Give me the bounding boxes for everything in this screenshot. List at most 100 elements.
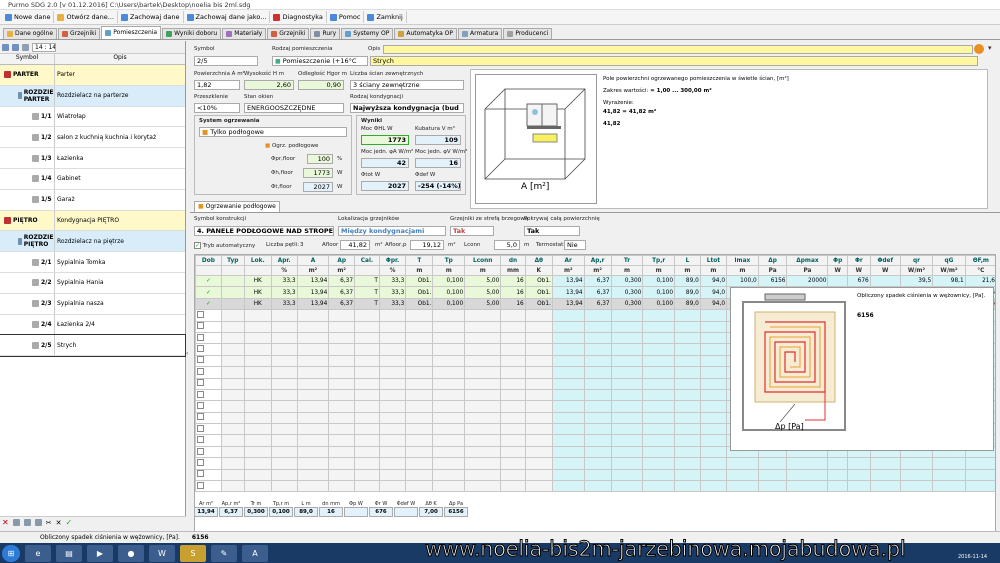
grid-header[interactable]: qG — [932, 255, 966, 266]
grid-cell[interactable] — [583, 354, 612, 368]
grid-cell[interactable] — [220, 377, 245, 390]
grid-cell[interactable] — [464, 445, 502, 459]
grid-cell[interactable] — [786, 457, 829, 470]
menu-item-1[interactable]: Otwórz dane... — [54, 11, 118, 23]
grid-cell[interactable] — [243, 377, 272, 390]
grid-cell[interactable] — [220, 468, 245, 482]
grid-cell[interactable] — [610, 354, 644, 368]
grid-cell[interactable] — [432, 331, 466, 345]
grid-cell[interactable] — [405, 377, 434, 390]
grid-cell[interactable] — [270, 468, 298, 482]
phi-pr-field[interactable]: 100 — [307, 154, 333, 164]
grid-cell[interactable]: 94,0 — [699, 274, 728, 288]
grid-cell[interactable] — [464, 331, 502, 345]
grid-cell[interactable] — [464, 377, 502, 390]
tab-floor-heating[interactable]: ■ Ogrzewanie podłogowe — [194, 201, 280, 212]
grid-cell[interactable] — [405, 445, 434, 459]
grid-cell[interactable]: HK — [243, 297, 272, 311]
grid-cell[interactable]: T — [354, 286, 380, 299]
row-checkbox[interactable] — [197, 333, 204, 341]
tree-row[interactable]: 1/5 Garaż — [0, 189, 185, 211]
tab-3[interactable]: Wyniki doboru — [162, 28, 222, 39]
grid-cell[interactable] — [642, 388, 676, 402]
lconn-field[interactable]: 5,0 — [494, 240, 520, 250]
grid-cell[interactable] — [354, 434, 380, 447]
tab-7[interactable]: Systemy OP — [341, 28, 394, 39]
opis-field[interactable] — [383, 45, 973, 54]
grid-cell[interactable]: ✓ — [195, 274, 222, 288]
grid-cell[interactable] — [674, 377, 701, 390]
grid-cell[interactable] — [827, 457, 848, 470]
grid-cell[interactable] — [869, 480, 901, 493]
grid-cell[interactable] — [846, 480, 871, 493]
menu-item-5[interactable]: Pomoc — [327, 11, 365, 23]
grid-cell[interactable] — [405, 457, 434, 470]
grid-header[interactable]: Φr — [846, 255, 871, 266]
grid-cell[interactable] — [699, 331, 728, 345]
tree-row[interactable]: 1/4 Gabinet — [0, 168, 185, 190]
grid-cell[interactable]: 33,3 — [270, 286, 298, 299]
grid-header[interactable]: Dob — [195, 255, 222, 266]
grid-cell[interactable]: ✓ — [195, 297, 222, 311]
grid-cell[interactable] — [583, 445, 612, 459]
tab-8[interactable]: Automatyka OP — [394, 28, 458, 39]
grid-cell[interactable] — [674, 309, 701, 322]
grid-cell[interactable] — [378, 343, 407, 356]
grid-cell[interactable] — [464, 468, 502, 482]
grid-cell[interactable] — [405, 343, 434, 356]
grid-cell[interactable] — [524, 343, 553, 356]
grid-cell[interactable] — [932, 457, 966, 470]
grid-cell[interactable] — [378, 480, 407, 493]
grid-cell[interactable] — [296, 366, 330, 379]
grid-cell[interactable] — [524, 377, 553, 390]
construction-select[interactable]: 4. PANELE PODŁOGOWE NAD STROPEM — [194, 226, 334, 236]
grid-cell[interactable] — [642, 354, 676, 368]
grid-cell[interactable] — [674, 343, 701, 356]
grid-cell[interactable] — [551, 354, 585, 368]
menu-item-0[interactable]: Nowe dane — [2, 11, 55, 23]
grid-cell[interactable] — [270, 377, 298, 390]
grid-cell[interactable] — [500, 445, 526, 459]
grid-cell[interactable] — [699, 468, 728, 482]
help-icon[interactable] — [974, 44, 984, 54]
grid-cell[interactable]: 0,300 — [610, 297, 644, 311]
menu-item-2[interactable]: Zachowaj dane — [118, 11, 184, 23]
grid-header[interactable]: Φp — [827, 255, 848, 266]
grid-cell[interactable] — [354, 354, 380, 368]
grid-cell[interactable]: 33,3 — [270, 297, 298, 311]
grid-cell[interactable] — [726, 468, 759, 482]
tree-row[interactable]: 2/5 Strych — [0, 334, 186, 358]
grid-cell[interactable] — [243, 388, 272, 402]
grid-header[interactable]: Apr. — [270, 255, 298, 266]
grid-cell[interactable] — [524, 468, 553, 482]
grid-cell[interactable] — [642, 343, 676, 356]
grid-cell[interactable]: 6,37 — [583, 286, 612, 299]
grid-cell[interactable] — [378, 468, 407, 482]
grid-cell[interactable] — [195, 366, 222, 379]
grid-cell[interactable] — [354, 411, 380, 425]
grid-cell[interactable] — [464, 309, 502, 322]
grid-cell[interactable] — [583, 331, 612, 345]
grid-cell[interactable] — [405, 480, 434, 493]
grid-cell[interactable]: 13,94 — [551, 297, 585, 311]
grid-cell[interactable] — [354, 445, 380, 459]
grid-cell[interactable] — [551, 411, 585, 425]
grid-cell[interactable] — [786, 480, 829, 493]
grid-cell[interactable] — [270, 354, 298, 368]
grid-cell[interactable] — [610, 445, 644, 459]
grid-cell[interactable] — [354, 388, 380, 402]
grid-cell[interactable] — [195, 343, 222, 356]
grid-cell[interactable] — [432, 388, 466, 402]
grid-cell[interactable] — [827, 274, 848, 288]
grid-cell[interactable] — [524, 445, 553, 459]
grid-cell[interactable] — [464, 434, 502, 447]
cancel-icon[interactable]: ✕ — [56, 519, 62, 527]
grid-cell[interactable] — [674, 388, 701, 402]
grid-cell[interactable] — [328, 468, 356, 482]
grid-cell[interactable]: 0,100 — [642, 274, 676, 288]
grid-cell[interactable] — [869, 457, 901, 470]
grid-cell[interactable] — [354, 480, 380, 493]
grid-cell[interactable] — [500, 468, 526, 482]
grid-cell[interactable] — [405, 309, 434, 322]
grid-cell[interactable] — [195, 457, 222, 470]
